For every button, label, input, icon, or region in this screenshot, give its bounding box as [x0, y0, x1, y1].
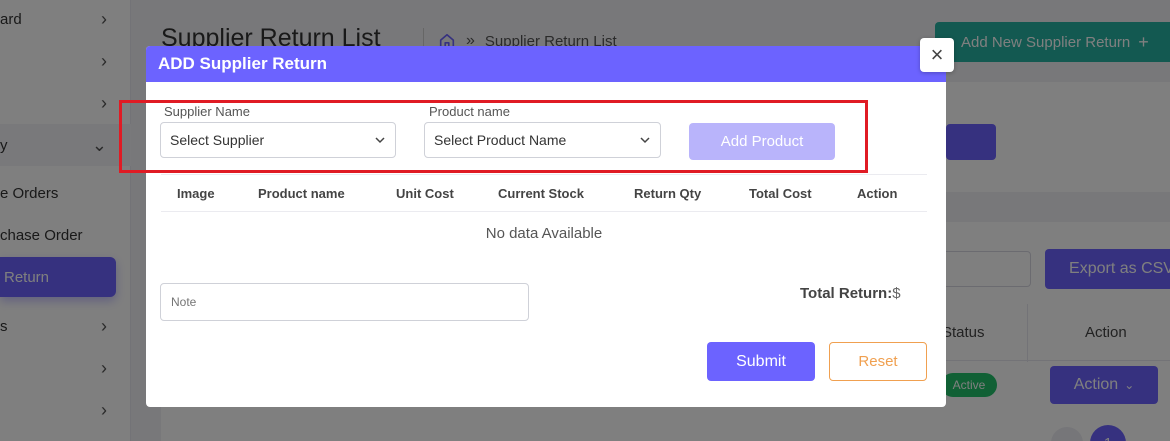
note-input[interactable] [160, 283, 529, 321]
add-product-button[interactable]: Add Product [689, 123, 835, 160]
modal-header: ADD Supplier Return [146, 46, 946, 82]
column-header-return-qty: Return Qty [634, 186, 702, 201]
total-return-currency: $ [892, 285, 901, 302]
column-header-current-stock: Current Stock [498, 186, 584, 201]
product-table: Image Product name Unit Cost Current Sto… [161, 174, 927, 242]
reset-button[interactable]: Reset [829, 342, 927, 381]
product-select[interactable]: Select Product Name [424, 122, 661, 158]
column-header-product-name: Product name [258, 186, 345, 201]
submit-button[interactable]: Submit [707, 342, 815, 381]
total-return-label: Total Return: [800, 285, 893, 302]
column-header-total-cost: Total Cost [749, 186, 812, 201]
column-header-unit-cost: Unit Cost [396, 186, 454, 201]
total-return: Total Return:$ [800, 285, 901, 302]
chevron-down-icon [375, 137, 385, 144]
add-supplier-return-modal: ADD Supplier Return × Supplier Name Sele… [119, 38, 954, 407]
empty-table-message: No data Available [485, 225, 603, 242]
product-name-label: Product name [429, 104, 510, 119]
supplier-select-value: Select Supplier [170, 132, 265, 148]
modal-title: ADD Supplier Return [158, 54, 328, 73]
close-icon[interactable]: × [920, 38, 954, 72]
column-header-image: Image [177, 186, 215, 201]
supplier-name-label: Supplier Name [164, 104, 250, 119]
table-header: Image Product name Unit Cost Current Sto… [161, 174, 927, 212]
product-select-value: Select Product Name [434, 132, 567, 148]
column-header-action: Action [857, 186, 898, 201]
chevron-down-icon [640, 137, 650, 144]
supplier-select[interactable]: Select Supplier [160, 122, 396, 158]
